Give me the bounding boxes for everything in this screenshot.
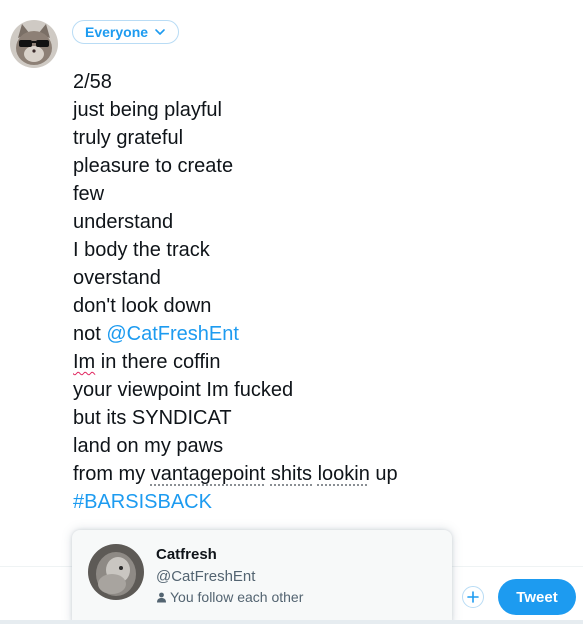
- compose-line: truly grateful: [73, 127, 184, 149]
- compose-line: not @CatFreshEnt: [73, 320, 543, 348]
- compose-line: from my vantagepoint shits lookin up: [73, 460, 543, 488]
- plus-icon: [467, 591, 479, 603]
- tweet-button[interactable]: Tweet: [498, 579, 576, 615]
- compose-text: up: [369, 463, 398, 485]
- compose-line: pleasure to create: [73, 155, 234, 177]
- compose-line: few: [73, 183, 105, 205]
- audience-dropdown-button[interactable]: Everyone: [72, 20, 180, 44]
- hashtag-link[interactable]: #BARSISBACK: [73, 491, 212, 513]
- person-icon: [157, 592, 166, 602]
- compose-line: your viewpoint Im fucked: [73, 379, 294, 401]
- compose-line: I body the track: [73, 239, 210, 261]
- profile-hovercard[interactable]: Catfresh @CatFreshEnt You follow each ot…: [72, 530, 452, 624]
- compose-line: land on my paws: [73, 435, 224, 457]
- audience-label: Everyone: [85, 24, 149, 40]
- compose-line: #BARSISBACK: [73, 488, 543, 516]
- tweet-compose-text[interactable]: 2/58 just being playful truly grateful p…: [73, 68, 543, 516]
- compose-line: don't look down: [73, 295, 212, 317]
- compose-text: not: [73, 323, 107, 345]
- compose-line: overstand: [73, 267, 161, 289]
- flagged-word[interactable]: lookin: [318, 463, 370, 485]
- compose-line: 2/58: [73, 71, 112, 93]
- user-avatar[interactable]: [10, 20, 58, 68]
- compose-text: in there coffin: [95, 351, 221, 373]
- compose-line: just being playful: [73, 99, 222, 121]
- window-bottom-edge: [0, 620, 583, 624]
- add-tweet-button[interactable]: [462, 586, 484, 608]
- mention-link[interactable]: @CatFreshEnt: [106, 323, 239, 345]
- compose-line: but its SYNDICAT: [73, 407, 232, 429]
- flagged-word[interactable]: vantagepoint: [151, 463, 266, 485]
- flagged-word[interactable]: shits: [271, 463, 312, 485]
- misspelled-word[interactable]: Im: [73, 351, 95, 373]
- compose-line: Im in there coffin: [73, 348, 543, 376]
- compose-text: from my: [73, 463, 151, 485]
- hovercard-avatar[interactable]: [88, 544, 144, 600]
- compose-line: understand: [73, 211, 174, 233]
- follow-status: You follow each other: [156, 589, 303, 605]
- chevron-down-icon: [155, 29, 165, 35]
- hovercard-display-name[interactable]: Catfresh: [156, 546, 217, 563]
- follow-status-text: You follow each other: [170, 589, 304, 605]
- hovercard-handle: @CatFreshEnt: [156, 568, 256, 585]
